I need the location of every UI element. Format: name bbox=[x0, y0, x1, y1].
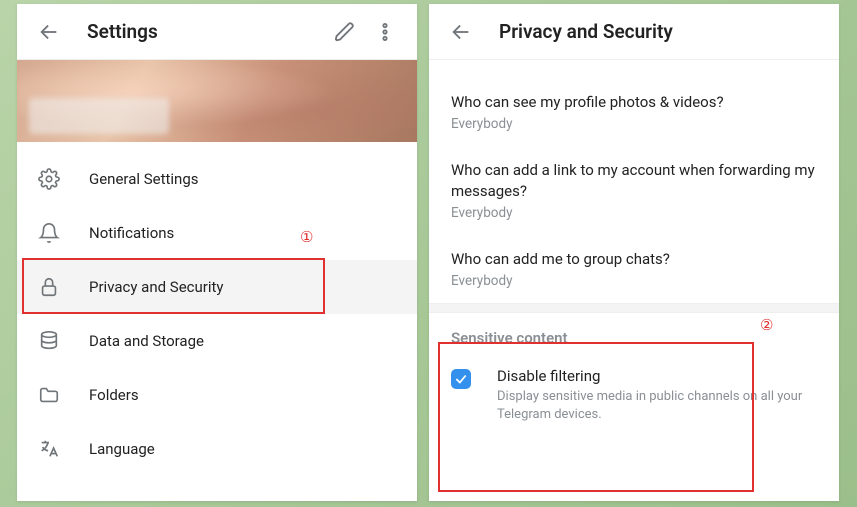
privacy-title: Privacy and Security bbox=[499, 20, 827, 43]
menu-item-folders[interactable]: Folders bbox=[17, 368, 417, 422]
settings-menu: General Settings Notifications Privacy a… bbox=[17, 142, 417, 476]
lock-icon bbox=[37, 275, 61, 299]
disable-filtering-desc: Display sensitive media in public channe… bbox=[497, 388, 817, 423]
privacy-row-value: Everybody bbox=[451, 116, 817, 132]
privacy-row-title: Who can see my profile photos & videos? bbox=[451, 92, 817, 112]
sensitive-section-header: Sensitive content bbox=[429, 313, 839, 353]
menu-item-label: Notifications bbox=[89, 224, 174, 242]
back-button[interactable] bbox=[29, 12, 69, 52]
privacy-row-value: Everybody bbox=[451, 273, 817, 289]
back-button[interactable] bbox=[441, 12, 481, 52]
menu-item-label: Folders bbox=[89, 386, 139, 404]
language-icon bbox=[37, 437, 61, 461]
database-icon bbox=[37, 329, 61, 353]
disable-filtering-checkbox[interactable] bbox=[451, 369, 471, 389]
more-vertical-icon bbox=[374, 21, 396, 43]
menu-item-label: Data and Storage bbox=[89, 332, 204, 350]
privacy-row-profile-photos[interactable]: Who can see my profile photos & videos? … bbox=[429, 78, 839, 146]
privacy-row-forward-link[interactable]: Who can add a link to my account when fo… bbox=[429, 146, 839, 235]
settings-title: Settings bbox=[87, 20, 325, 43]
menu-item-notifications[interactable]: Notifications bbox=[17, 206, 417, 260]
settings-panel: Settings General Settings Notifications … bbox=[17, 4, 417, 501]
menu-item-privacy[interactable]: Privacy and Security bbox=[17, 260, 417, 314]
menu-item-label: Privacy and Security bbox=[89, 278, 224, 296]
more-button[interactable] bbox=[365, 12, 405, 52]
check-icon bbox=[454, 372, 468, 386]
privacy-row-title: Who can add a link to my account when fo… bbox=[451, 160, 817, 201]
section-divider bbox=[429, 303, 839, 313]
folder-icon bbox=[37, 383, 61, 407]
privacy-header: Privacy and Security bbox=[429, 4, 839, 60]
disable-filtering-title: Disable filtering bbox=[497, 367, 817, 385]
annotation-label-1: ① bbox=[300, 228, 313, 246]
pencil-icon bbox=[334, 21, 356, 43]
gear-icon bbox=[37, 167, 61, 191]
arrow-left-icon bbox=[38, 21, 60, 43]
arrow-left-icon bbox=[450, 21, 472, 43]
menu-item-label: Language bbox=[89, 440, 155, 458]
privacy-row-group-chats[interactable]: Who can add me to group chats? Everybody bbox=[429, 235, 839, 303]
bell-icon bbox=[37, 221, 61, 245]
edit-button[interactable] bbox=[325, 12, 365, 52]
menu-item-general[interactable]: General Settings bbox=[17, 152, 417, 206]
settings-header: Settings bbox=[17, 4, 417, 60]
menu-item-data[interactable]: Data and Storage bbox=[17, 314, 417, 368]
annotation-label-2: ② bbox=[760, 316, 773, 334]
menu-item-language[interactable]: Language bbox=[17, 422, 417, 476]
privacy-row-value: Everybody bbox=[451, 205, 817, 221]
disable-filtering-row[interactable]: Disable filtering Display sensitive medi… bbox=[429, 353, 839, 439]
disable-filtering-content: Disable filtering Display sensitive medi… bbox=[497, 367, 817, 423]
privacy-row-title: Who can add me to group chats? bbox=[451, 249, 817, 269]
privacy-panel: Privacy and Security Who can see my prof… bbox=[429, 4, 839, 501]
profile-banner[interactable] bbox=[17, 60, 417, 142]
privacy-body: Who can see my profile photos & videos? … bbox=[429, 60, 839, 439]
menu-item-label: General Settings bbox=[89, 170, 199, 188]
